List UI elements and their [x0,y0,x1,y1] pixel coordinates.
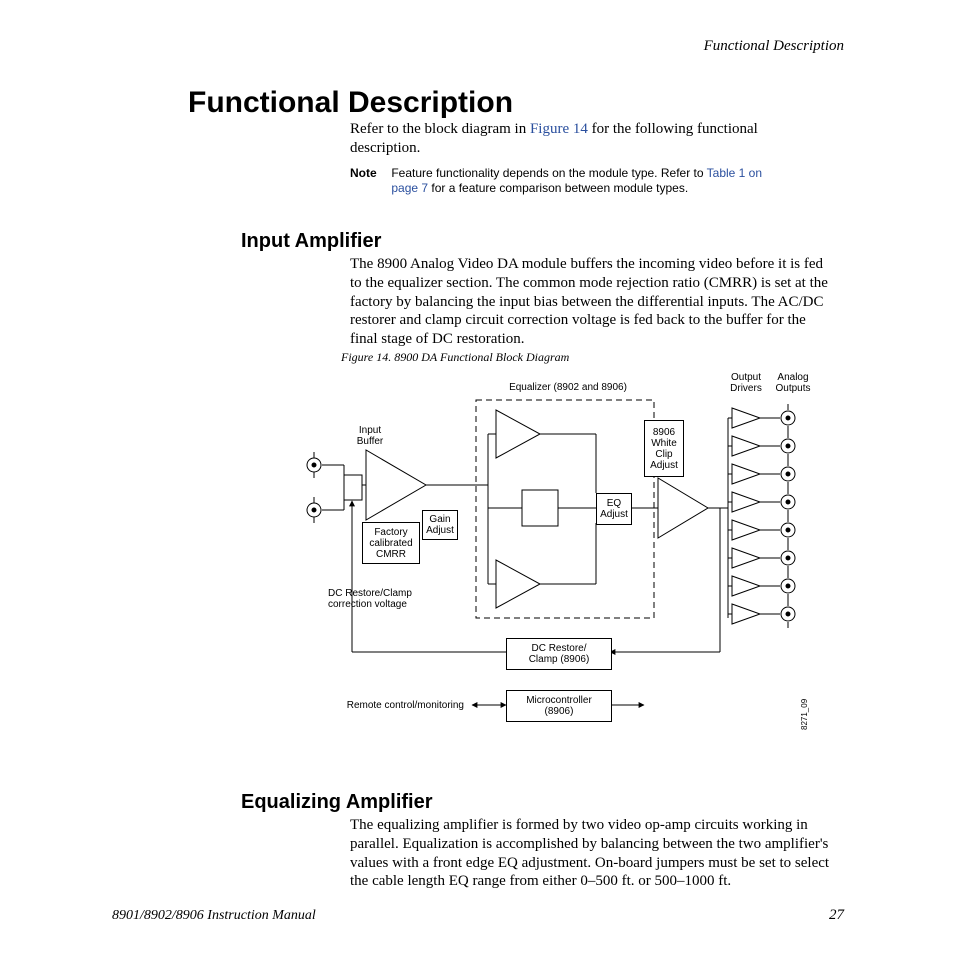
footer-page-number: 27 [829,907,844,924]
box-microcontroller: Microcontroller (8906) [506,690,612,722]
label-output-drivers: Output Drivers [724,372,768,394]
intro-pre: Refer to the block diagram in [350,121,530,137]
input-connector-bottom-icon [307,497,321,523]
analog-output-connectors-icon [781,404,795,628]
note-post: for a feature comparison between module … [428,181,688,195]
output-drivers-icon [732,408,760,624]
page: Functional Description Functional Descri… [0,0,954,954]
running-head: Functional Description [704,38,844,55]
input-buffer-amp-icon [366,450,426,520]
box-eq-adjust: EQ Adjust [596,493,632,525]
intro-paragraph: Refer to the block diagram in Figure 14 … [350,120,830,158]
label-input-buffer: Input Buffer [350,425,390,447]
box-gain-adjust: Gain Adjust [422,510,458,540]
heading-input-amplifier: Input Amplifier [241,230,381,253]
label-dc-restore-note: DC Restore/Clamp correction voltage [328,588,438,610]
page-title-h1: Functional Description [188,86,513,120]
note-pre: Feature functionality depends on the mod… [391,166,706,180]
figure-caption: Figure 14. 8900 DA Functional Block Diag… [341,350,569,365]
paragraph-equalizing-amplifier: The equalizing amplifier is formed by tw… [350,816,830,891]
label-equalizer: Equalizer (8902 and 8906) [488,382,648,393]
note-label: Note [350,166,388,181]
eq-amp-bottom-icon [496,560,540,608]
post-eq-amp-icon [658,478,708,538]
paragraph-input-amplifier: The 8900 Analog Video DA module buffers … [350,255,830,349]
note-body: Feature functionality depends on the mod… [391,166,771,196]
block-diagram: Equalizer (8902 and 8906) Output Drivers… [300,370,870,750]
box-dc-restore-clamp: DC Restore/ Clamp (8906) [506,638,612,670]
label-remote-control: Remote control/monitoring [334,700,464,711]
figure-14-link[interactable]: Figure 14 [530,121,588,137]
heading-equalizing-amplifier: Equalizing Amplifier [241,791,433,814]
input-connector-top-icon [307,452,321,478]
footer-manual-title: 8901/8902/8906 Instruction Manual [112,908,316,924]
eq-amp-top-icon [496,410,540,458]
note-row: Note Feature functionality depends on th… [350,166,830,196]
label-analog-outputs: Analog Outputs [770,372,816,394]
figure-side-number: 8271_09 [800,699,809,730]
box-factory-cmrr: Factory calibrated CMRR [362,522,420,564]
box-white-clip-adjust: 8906 White Clip Adjust [644,420,684,477]
